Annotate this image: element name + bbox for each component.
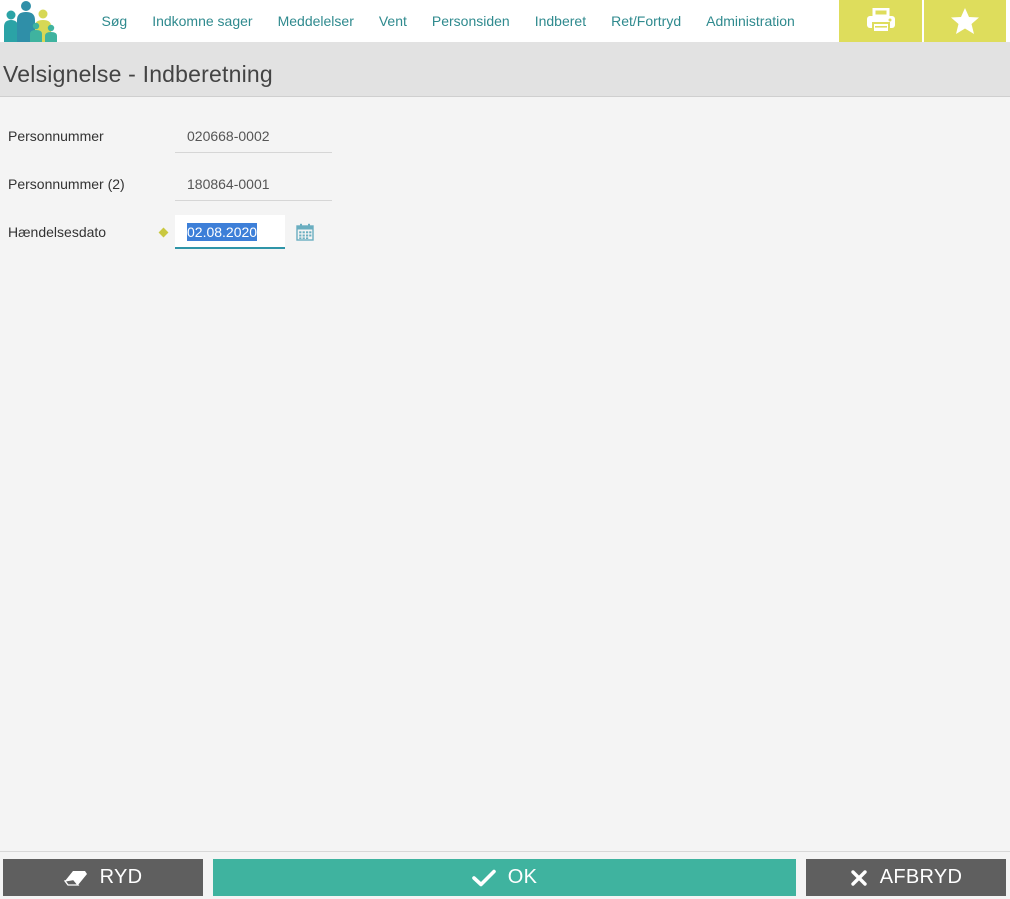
clear-button[interactable]: RYD — [3, 859, 203, 896]
form-row-haendelsesdato: Hændelsesdato 02.08.2020 — [0, 212, 340, 252]
page-title: Velsignelse - Indberetning — [3, 61, 273, 87]
calendar-icon[interactable] — [296, 223, 314, 241]
nav-item-personsiden[interactable]: Personsiden — [419, 13, 522, 29]
form-row-personnummer: Personnummer 020668-0002 — [0, 116, 340, 156]
close-icon — [850, 869, 868, 887]
personnummer-value: 020668-0002 — [175, 116, 332, 153]
cancel-button-label: AFBRYD — [879, 866, 963, 888]
nav-item-meddelelser[interactable]: Meddelelser — [265, 13, 366, 29]
nav-item-administration[interactable]: Administration — [694, 13, 808, 29]
personnummer-label: Personnummer — [8, 128, 104, 144]
favorite-button[interactable] — [924, 0, 1006, 42]
haendelsesdato-input[interactable]: 02.08.2020 — [175, 215, 285, 249]
clear-button-label: RYD — [99, 866, 143, 888]
checkmark-icon — [471, 869, 496, 887]
nav-item-indberet[interactable]: Indberet — [522, 13, 598, 29]
eraser-icon — [63, 869, 88, 887]
printer-icon — [866, 8, 895, 33]
ok-button-label: OK — [507, 866, 538, 888]
personnummer-2-label: Personnummer (2) — [8, 176, 125, 192]
personnummer-2-value: 180864-0001 — [175, 164, 332, 201]
action-bar: RYD OK AFBRYD — [0, 851, 1010, 899]
ok-button[interactable]: OK — [213, 859, 796, 896]
nav-item-vent[interactable]: Vent — [366, 13, 419, 29]
haendelsesdato-selected-text: 02.08.2020 — [187, 223, 258, 241]
nav-item-ret-fortryd[interactable]: Ret/Fortryd — [599, 13, 694, 29]
nav-item-indkomne-sager[interactable]: Indkomne sager — [140, 13, 265, 29]
haendelsesdato-label: Hændelsesdato — [8, 224, 107, 240]
form-row-personnummer-2: Personnummer (2) 180864-0001 — [0, 164, 340, 204]
top-navigation-bar: Søg Indkomne sager Meddelelser Vent Pers… — [0, 0, 1010, 42]
nav-item-sog[interactable]: Søg — [89, 13, 140, 29]
main-nav: Søg Indkomne sager Meddelelser Vent Pers… — [89, 0, 807, 42]
print-button[interactable] — [839, 0, 922, 42]
cancel-button[interactable]: AFBRYD — [806, 859, 1006, 896]
star-icon — [951, 8, 979, 34]
page-title-bar: Velsignelse - Indberetning — [0, 42, 1010, 97]
family-logo-icon[interactable] — [2, 0, 60, 42]
required-indicator-icon — [158, 227, 169, 238]
